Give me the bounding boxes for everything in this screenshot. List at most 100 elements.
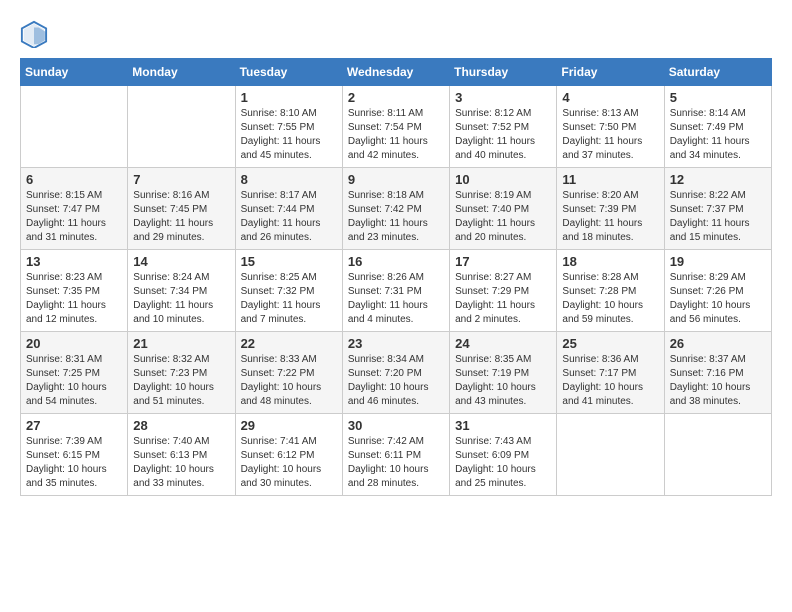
day-number: 31 (455, 418, 551, 433)
day-info: Sunrise: 8:26 AM Sunset: 7:31 PM Dayligh… (348, 271, 444, 327)
calendar-cell: 25Sunrise: 8:36 AM Sunset: 7:17 PM Dayli… (557, 332, 664, 414)
day-info: Sunrise: 8:14 AM Sunset: 7:49 PM Dayligh… (670, 107, 766, 163)
day-number: 23 (348, 336, 444, 351)
day-number: 24 (455, 336, 551, 351)
calendar-cell: 23Sunrise: 8:34 AM Sunset: 7:20 PM Dayli… (342, 332, 449, 414)
day-number: 10 (455, 172, 551, 187)
day-info: Sunrise: 7:39 AM Sunset: 6:15 PM Dayligh… (26, 435, 122, 491)
day-number: 3 (455, 90, 551, 105)
day-number: 13 (26, 254, 122, 269)
day-info: Sunrise: 8:33 AM Sunset: 7:22 PM Dayligh… (241, 353, 337, 409)
day-info: Sunrise: 8:37 AM Sunset: 7:16 PM Dayligh… (670, 353, 766, 409)
calendar-cell: 26 Sunrise: 8:37 AM Sunset: 7:16 PM Dayli… (664, 332, 771, 414)
day-info: Sunrise: 7:43 AM Sunset: 6:09 PM Dayligh… (455, 435, 551, 491)
calendar-cell: 9 Sunrise: 8:18 AM Sunset: 7:42 PM Daylig… (342, 168, 449, 250)
day-info: Sunrise: 8:13 AM Sunset: 7:50 PM Dayligh… (562, 107, 658, 163)
day-number: 22 (241, 336, 337, 351)
day-number: 9 (348, 172, 444, 187)
day-header-tuesday: Tuesday (235, 59, 342, 86)
day-info: Sunrise: 8:17 AM Sunset: 7:44 PM Dayligh… (241, 189, 337, 245)
day-info: Sunrise: 8:28 AM Sunset: 7:28 PM Dayligh… (562, 271, 658, 327)
calendar-cell: 5 Sunrise: 8:14 AM Sunset: 7:49 PM Daylig… (664, 86, 771, 168)
day-info: Sunrise: 8:23 AM Sunset: 7:35 PM Dayligh… (26, 271, 122, 327)
day-header-thursday: Thursday (450, 59, 557, 86)
day-info: Sunrise: 8:18 AM Sunset: 7:42 PM Dayligh… (348, 189, 444, 245)
week-row-1: 1Sunrise: 8:10 AM Sunset: 7:55 PM Daylig… (21, 86, 772, 168)
calendar-cell: 20 Sunrise: 8:31 AM Sunset: 7:25 PM Dayli… (21, 332, 128, 414)
header-row: SundayMondayTuesdayWednesdayThursdayFrid… (21, 59, 772, 86)
calendar-cell: 2 Sunrise: 8:11 AM Sunset: 7:54 PM Daylig… (342, 86, 449, 168)
day-number: 19 (670, 254, 766, 269)
calendar-cell: 4 Sunrise: 8:13 AM Sunset: 7:50 PM Daylig… (557, 86, 664, 168)
day-number: 14 (133, 254, 229, 269)
week-row-2: 6 Sunrise: 8:15 AM Sunset: 7:47 PM Daylig… (21, 168, 772, 250)
calendar-table: SundayMondayTuesdayWednesdayThursdayFrid… (20, 58, 772, 496)
calendar-cell: 15 Sunrise: 8:25 AM Sunset: 7:32 PM Dayli… (235, 250, 342, 332)
day-number: 30 (348, 418, 444, 433)
calendar-cell (128, 86, 235, 168)
day-info: Sunrise: 7:42 AM Sunset: 6:11 PM Dayligh… (348, 435, 444, 491)
day-info: Sunrise: 8:29 AM Sunset: 7:26 PM Dayligh… (670, 271, 766, 327)
calendar-cell: 6 Sunrise: 8:15 AM Sunset: 7:47 PM Daylig… (21, 168, 128, 250)
calendar-cell: 29Sunrise: 7:41 AM Sunset: 6:12 PM Dayli… (235, 414, 342, 496)
day-number: 17 (455, 254, 551, 269)
calendar-cell: 3Sunrise: 8:12 AM Sunset: 7:52 PM Daylig… (450, 86, 557, 168)
day-info: Sunrise: 8:22 AM Sunset: 7:37 PM Dayligh… (670, 189, 766, 245)
day-number: 6 (26, 172, 122, 187)
day-header-wednesday: Wednesday (342, 59, 449, 86)
week-row-3: 13 Sunrise: 8:23 AM Sunset: 7:35 PM Dayli… (21, 250, 772, 332)
calendar-cell: 10 Sunrise: 8:19 AM Sunset: 7:40 PM Dayli… (450, 168, 557, 250)
day-number: 12 (670, 172, 766, 187)
day-info: Sunrise: 8:20 AM Sunset: 7:39 PM Dayligh… (562, 189, 658, 245)
day-info: Sunrise: 8:11 AM Sunset: 7:54 PM Dayligh… (348, 107, 444, 163)
day-number: 11 (562, 172, 658, 187)
day-info: Sunrise: 8:19 AM Sunset: 7:40 PM Dayligh… (455, 189, 551, 245)
day-info: Sunrise: 8:27 AM Sunset: 7:29 PM Dayligh… (455, 271, 551, 327)
day-number: 5 (670, 90, 766, 105)
day-number: 27 (26, 418, 122, 433)
calendar-cell: 18 Sunrise: 8:28 AM Sunset: 7:28 PM Dayli… (557, 250, 664, 332)
week-row-4: 20 Sunrise: 8:31 AM Sunset: 7:25 PM Dayli… (21, 332, 772, 414)
day-number: 21 (133, 336, 229, 351)
day-info: Sunrise: 8:32 AM Sunset: 7:23 PM Dayligh… (133, 353, 229, 409)
day-number: 1 (241, 90, 337, 105)
calendar-cell (21, 86, 128, 168)
day-number: 29 (241, 418, 337, 433)
day-number: 18 (562, 254, 658, 269)
calendar-cell: 1Sunrise: 8:10 AM Sunset: 7:55 PM Daylig… (235, 86, 342, 168)
day-number: 16 (348, 254, 444, 269)
day-info: Sunrise: 8:16 AM Sunset: 7:45 PM Dayligh… (133, 189, 229, 245)
calendar-cell: 24 Sunrise: 8:35 AM Sunset: 7:19 PM Dayli… (450, 332, 557, 414)
day-number: 26 (670, 336, 766, 351)
calendar-cell (557, 414, 664, 496)
calendar-cell: 14 Sunrise: 8:24 AM Sunset: 7:34 PM Dayli… (128, 250, 235, 332)
calendar-cell: 13 Sunrise: 8:23 AM Sunset: 7:35 PM Dayli… (21, 250, 128, 332)
day-info: Sunrise: 8:35 AM Sunset: 7:19 PM Dayligh… (455, 353, 551, 409)
header (20, 20, 772, 48)
day-number: 2 (348, 90, 444, 105)
calendar-cell: 8 Sunrise: 8:17 AM Sunset: 7:44 PM Daylig… (235, 168, 342, 250)
calendar-cell: 17 Sunrise: 8:27 AM Sunset: 7:29 PM Dayli… (450, 250, 557, 332)
day-number: 15 (241, 254, 337, 269)
calendar-cell (664, 414, 771, 496)
day-number: 8 (241, 172, 337, 187)
calendar-cell: 7 Sunrise: 8:16 AM Sunset: 7:45 PM Daylig… (128, 168, 235, 250)
day-header-friday: Friday (557, 59, 664, 86)
day-info: Sunrise: 8:36 AM Sunset: 7:17 PM Dayligh… (562, 353, 658, 409)
calendar-cell: 28 Sunrise: 7:40 AM Sunset: 6:13 PM Dayli… (128, 414, 235, 496)
day-number: 20 (26, 336, 122, 351)
calendar-cell: 30 Sunrise: 7:42 AM Sunset: 6:11 PM Dayli… (342, 414, 449, 496)
day-number: 4 (562, 90, 658, 105)
logo (20, 20, 52, 48)
week-row-5: 27 Sunrise: 7:39 AM Sunset: 6:15 PM Dayli… (21, 414, 772, 496)
day-info: Sunrise: 8:25 AM Sunset: 7:32 PM Dayligh… (241, 271, 337, 327)
day-info: Sunrise: 8:31 AM Sunset: 7:25 PM Dayligh… (26, 353, 122, 409)
day-info: Sunrise: 7:40 AM Sunset: 6:13 PM Dayligh… (133, 435, 229, 491)
calendar-cell: 22 Sunrise: 8:33 AM Sunset: 7:22 PM Dayli… (235, 332, 342, 414)
calendar-cell: 19 Sunrise: 8:29 AM Sunset: 7:26 PM Dayli… (664, 250, 771, 332)
day-info: Sunrise: 8:15 AM Sunset: 7:47 PM Dayligh… (26, 189, 122, 245)
day-info: Sunrise: 8:24 AM Sunset: 7:34 PM Dayligh… (133, 271, 229, 327)
day-number: 7 (133, 172, 229, 187)
day-header-saturday: Saturday (664, 59, 771, 86)
day-number: 28 (133, 418, 229, 433)
